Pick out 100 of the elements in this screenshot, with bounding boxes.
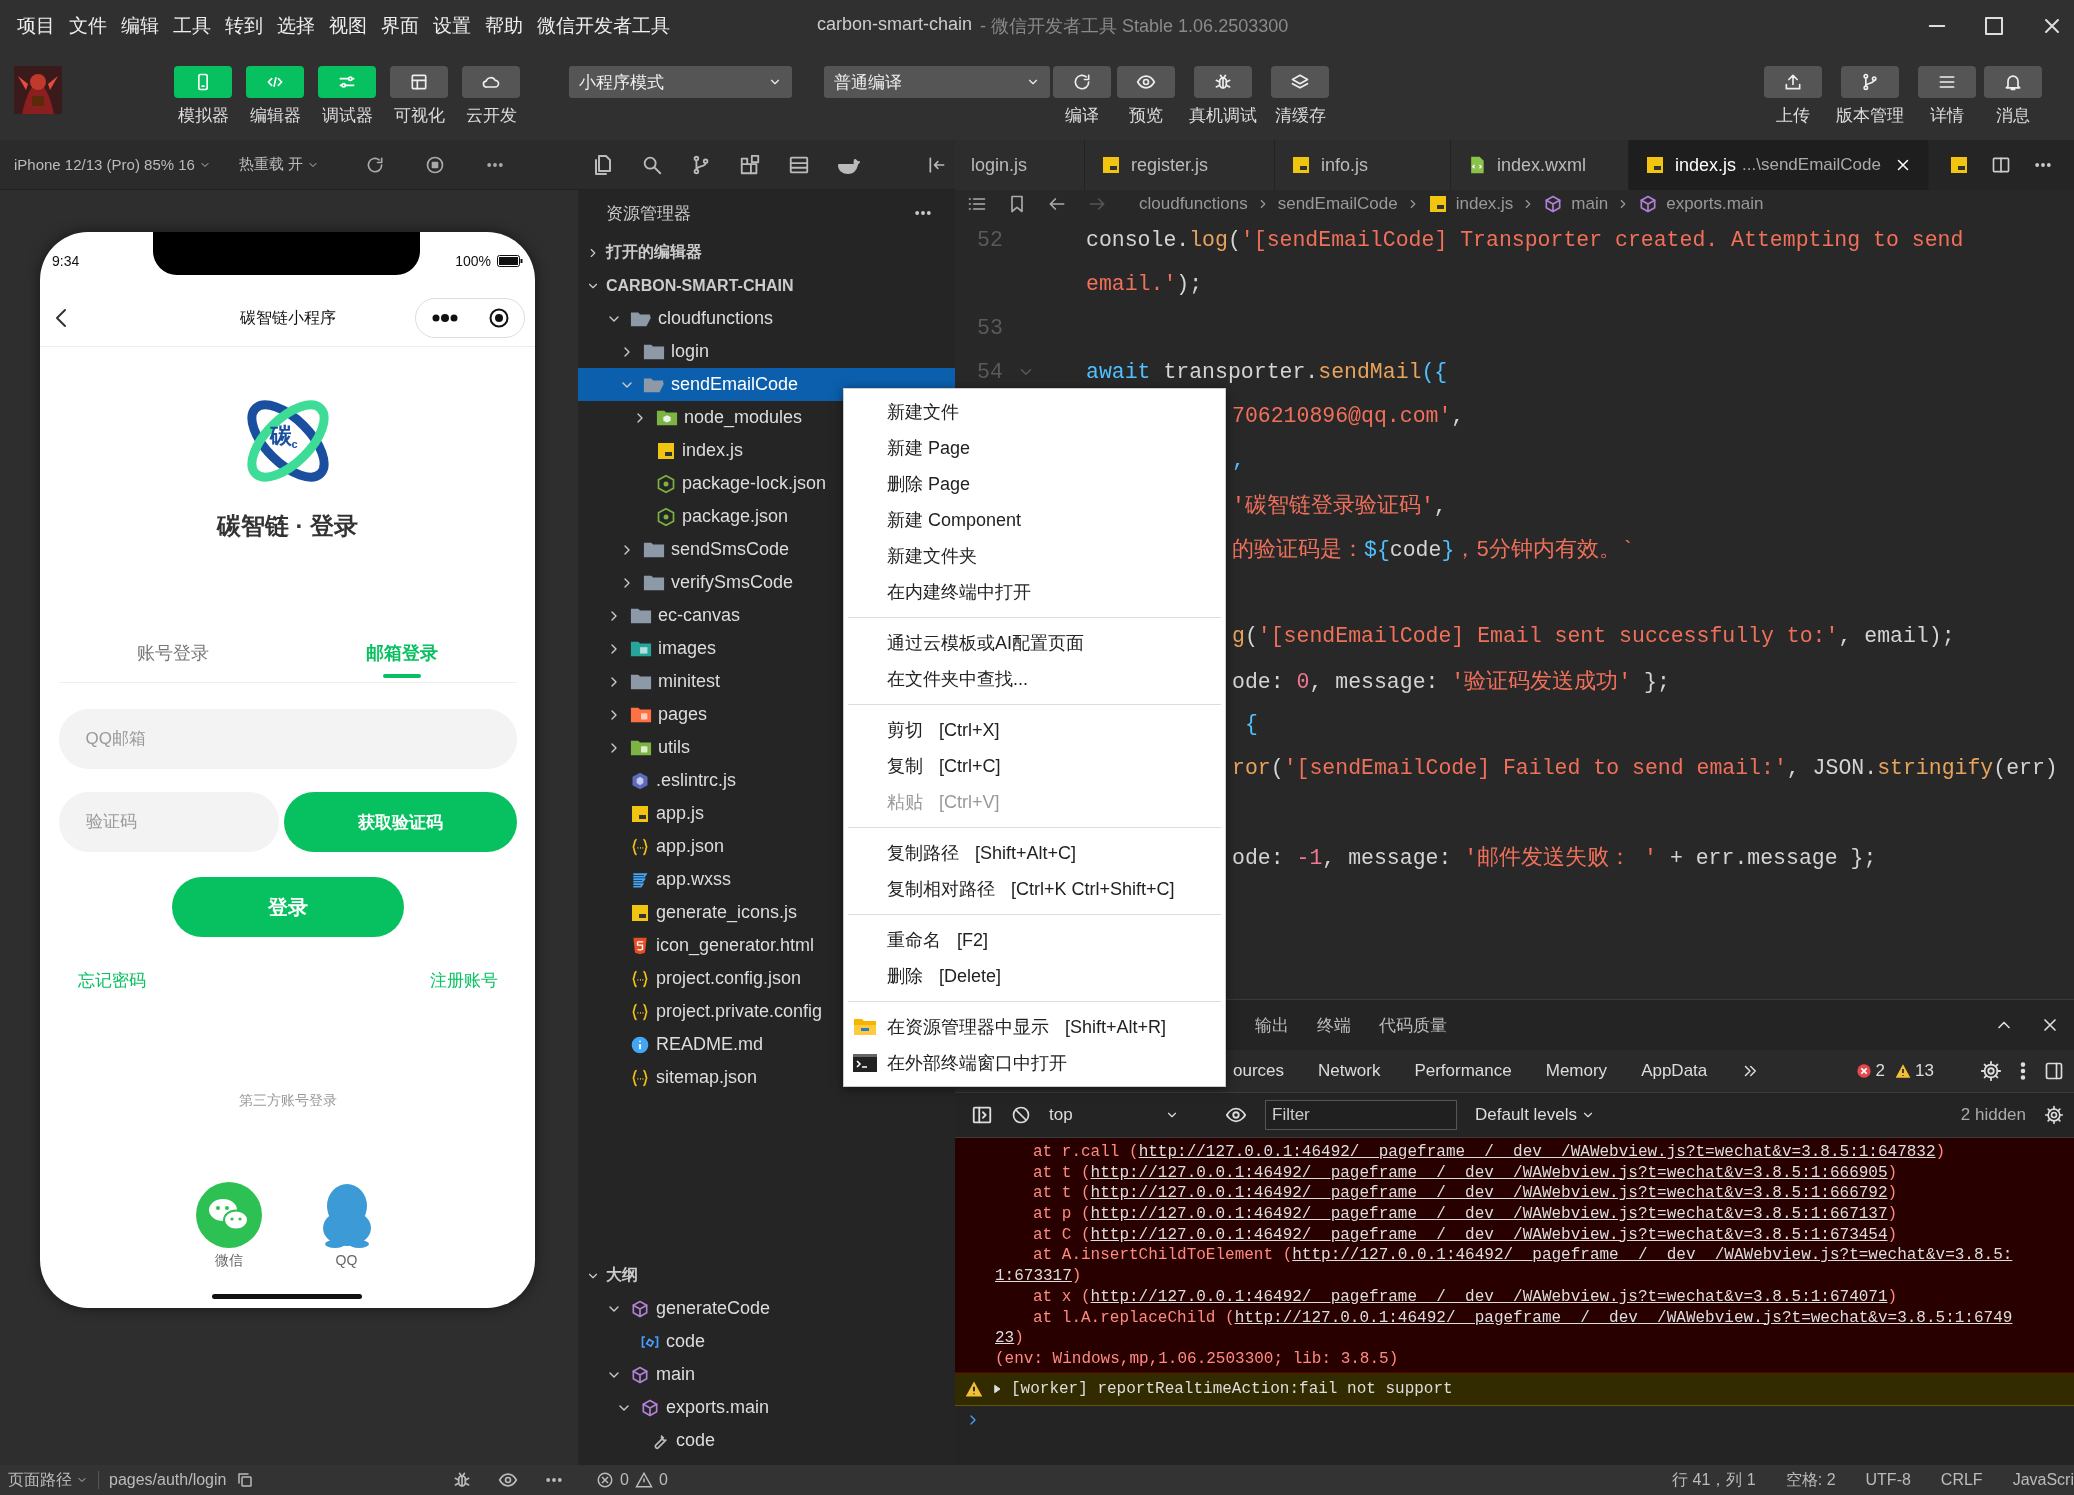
toolbar-label: 版本管理: [1836, 105, 1904, 127]
menu-item[interactable]: 文件: [62, 13, 114, 39]
link[interactable]: http://127.0.0.1:46492/__pageframe__/__dev__/WAWebview.js?t=wechat&v=3.8.5:1:674071: [1090, 1287, 1888, 1306]
menu-item[interactable]: 转到: [218, 13, 270, 39]
page-path-dropdown[interactable]: 页面路径: [8, 1469, 88, 1491]
breadcrumb-item[interactable]: cloudfunctions: [1139, 194, 1248, 214]
menu-item[interactable]: 剪切 [Ctrl+X]: [844, 712, 1225, 748]
link[interactable]: 23: [995, 1329, 1015, 1348]
error-count: 0: [620, 1471, 629, 1489]
tree-item[interactable]: exports.main: [578, 1391, 955, 1424]
tree-item[interactable]: cloudfunctions: [578, 302, 955, 335]
menu-item[interactable]: 视图: [322, 13, 374, 39]
line-ending[interactable]: CRLF: [1940, 1471, 1983, 1489]
code-line: 706210896@qq.com',: [1232, 404, 1465, 428]
link[interactable]: http://127.0.0.1:46492/__pageframe__/__dev__/WAWebview.js?t=wechat&v=3.8.5:1:666792: [1090, 1184, 1888, 1203]
toolbar-label: 编译: [1065, 105, 1099, 127]
menu-item[interactable]: 工具: [166, 13, 218, 39]
menu-item[interactable]: 重命名 [F2]: [844, 922, 1225, 958]
editor-tab[interactable]: login.js: [955, 140, 1085, 190]
devtools-tab[interactable]: AppData: [1641, 1061, 1708, 1081]
levels-dropdown[interactable]: Default levels: [1475, 1105, 1596, 1125]
section-header[interactable]: CARBON-SMART-CHAIN: [606, 276, 794, 295]
section-header[interactable]: 大纲: [606, 1265, 638, 1286]
menu-item[interactable]: 界面: [374, 13, 426, 39]
hot-reload-dropdown[interactable]: 热重载 开: [238, 155, 320, 174]
code-line: email.');: [1086, 272, 1203, 296]
context-dropdown[interactable]: top: [1049, 1105, 1179, 1125]
devtools-tab[interactable]: Memory: [1545, 1061, 1608, 1081]
editor-tab[interactable]: register.js: [1085, 140, 1275, 190]
menu-item[interactable]: 删除 [Delete]: [844, 958, 1225, 994]
error-count: 2: [1875, 1061, 1886, 1081]
encoding[interactable]: UTF-8: [1865, 1471, 1911, 1489]
mode-dropdown[interactable]: 小程序模式: [569, 66, 792, 98]
link[interactable]: http://127.0.0.1:46492/__pageframe__/__dev__/WAWebview.js?t=wechat&v=3.8.5:1:673454: [1090, 1225, 1888, 1244]
toolbar-label: 上传: [1776, 105, 1810, 127]
link[interactable]: 1:673317: [995, 1267, 1072, 1286]
menu-item[interactable]: 设置: [426, 13, 478, 39]
editor-tab[interactable]: info.js: [1275, 140, 1451, 190]
menu-item[interactable]: 编辑: [114, 13, 166, 39]
menu-item[interactable]: 复制路径 [Shift+Alt+C]: [844, 835, 1225, 871]
tree-item[interactable]: code: [578, 1424, 955, 1457]
breadcrumb-item[interactable]: sendEmailCode: [1277, 194, 1398, 214]
link[interactable]: http://127.0.0.1:46492/__pageframe__/__dev__/WAWebview.js?t=wechat&v=3.8.5:1:6749: [1234, 1308, 2013, 1327]
menu-item[interactable]: 复制相对路径 [Ctrl+K Ctrl+Shift+C]: [844, 871, 1225, 907]
link[interactable]: http://127.0.0.1:46492/__pageframe__/__dev__/WAWebview.js?t=wechat&v=3.8.5:: [1292, 1246, 2013, 1265]
toolbar-label: 清缓存: [1274, 105, 1326, 127]
window-title: carbon-smart-chain: [817, 14, 973, 36]
logo-text: 碳$_{c}$: [269, 422, 298, 451]
toolbar-label: 详情: [1930, 105, 1964, 127]
code-field[interactable]: 验证码: [58, 792, 279, 852]
code-line: g('[sendEmailCode] Email sent successfully to:', email);: [1232, 624, 1955, 648]
editor-tab[interactable]: index.js ...\sendEmailCode: [1629, 140, 1929, 190]
console-line: 23): [994, 1328, 1025, 1349]
link[interactable]: http://127.0.0.1:46492/__pageframe__/__dev__/WAWebview.js?t=wechat&v=3.8.5:1:667137: [1090, 1205, 1888, 1224]
explorer-title: 资源管理器: [606, 202, 691, 225]
breadcrumb-item[interactable]: exports.main: [1666, 194, 1764, 214]
breadcrumb-item[interactable]: main: [1571, 194, 1609, 214]
indent-setting[interactable]: 空格: 2: [1785, 1469, 1836, 1491]
editor-tab[interactable]: index.wxml: [1451, 140, 1629, 190]
hidden-count: 2 hidden: [1960, 1105, 2026, 1125]
menu-item[interactable]: 帮助: [478, 13, 530, 39]
breadcrumb-item[interactable]: index.js: [1455, 194, 1514, 214]
panel-tab[interactable]: 终端: [1317, 1013, 1351, 1037]
panel-tab[interactable]: 代码质量: [1379, 1013, 1447, 1037]
language-mode[interactable]: JavaScri: [2012, 1471, 2074, 1489]
menu-item[interactable]: 新建 Component: [844, 502, 1225, 538]
panel-tab[interactable]: 输出: [1255, 1013, 1289, 1037]
status-time: 9:34: [52, 253, 80, 269]
menu-item[interactable]: 在资源管理器中显示 [Shift+Alt+R]: [844, 1009, 1225, 1045]
link[interactable]: http://127.0.0.1:46492/__pageframe__/__dev__/WAWebview.js?t=wechat&v=3.8.5:1:666905: [1090, 1163, 1888, 1182]
code-line: ,: [1232, 448, 1245, 472]
menu-item[interactable]: 微信开发者工具: [530, 13, 677, 39]
window-subtitle: - 微信开发者工具 Stable 1.06.2503300: [980, 15, 1289, 38]
devtools-tab[interactable]: Network: [1318, 1061, 1381, 1081]
login-tab[interactable]: 账号登录: [58, 636, 288, 682]
menu-item[interactable]: 新建文件夹: [844, 538, 1225, 574]
compile-dropdown[interactable]: 普通编译: [824, 66, 1050, 98]
email-field[interactable]: QQ邮箱: [58, 709, 517, 769]
code-line: console.log('[sendEmailCode] Transporter created. Attempting to send: [1086, 228, 1964, 252]
menu-item[interactable]: 选择: [270, 13, 322, 39]
menu-item[interactable]: 在外部终端窗口中打开: [844, 1045, 1225, 1081]
menu-item[interactable]: 新建 Page: [844, 430, 1225, 466]
section-header[interactable]: 打开的编辑器: [606, 242, 702, 263]
menu-item[interactable]: 在文件夹中查找...: [844, 661, 1225, 697]
menu-item[interactable]: 项目: [10, 13, 62, 39]
tree-item[interactable]: main: [578, 1358, 955, 1391]
tree-item[interactable]: code: [578, 1325, 955, 1358]
app-title: 碳智链 · 登录: [216, 511, 359, 541]
menu-item[interactable]: 复制 [Ctrl+C]: [844, 748, 1225, 784]
device-dropdown[interactable]: iPhone 12/13 (Pro) 85% 16: [14, 156, 211, 173]
tree-item[interactable]: login: [578, 335, 955, 368]
console-line: at p (http://127.0.0.1:46492/__pageframe__/__dev__/WAWebview.js?t=wechat&v=3.8.5:1:667137): [1032, 1204, 1899, 1225]
link[interactable]: http://127.0.0.1:46492/__pageframe__/__dev__/WAWebview.js?t=wechat&v=3.8.5:1:647832: [1138, 1143, 1936, 1161]
cursor-position[interactable]: 行 41，列 1: [1672, 1469, 1756, 1491]
filter-field[interactable]: Filter: [1265, 1100, 1457, 1130]
menu-item[interactable]: 删除 Page: [844, 466, 1225, 502]
devtools-tab[interactable]: Performance: [1414, 1061, 1512, 1081]
devtools-tab[interactable]: ources: [1233, 1061, 1285, 1081]
tree-item[interactable]: generateCode: [578, 1292, 955, 1325]
console-line: at x (http://127.0.0.1:46492/__pageframe__/__dev__/WAWebview.js?t=wechat&v=3.8.5:1:674071): [1032, 1286, 1899, 1308]
